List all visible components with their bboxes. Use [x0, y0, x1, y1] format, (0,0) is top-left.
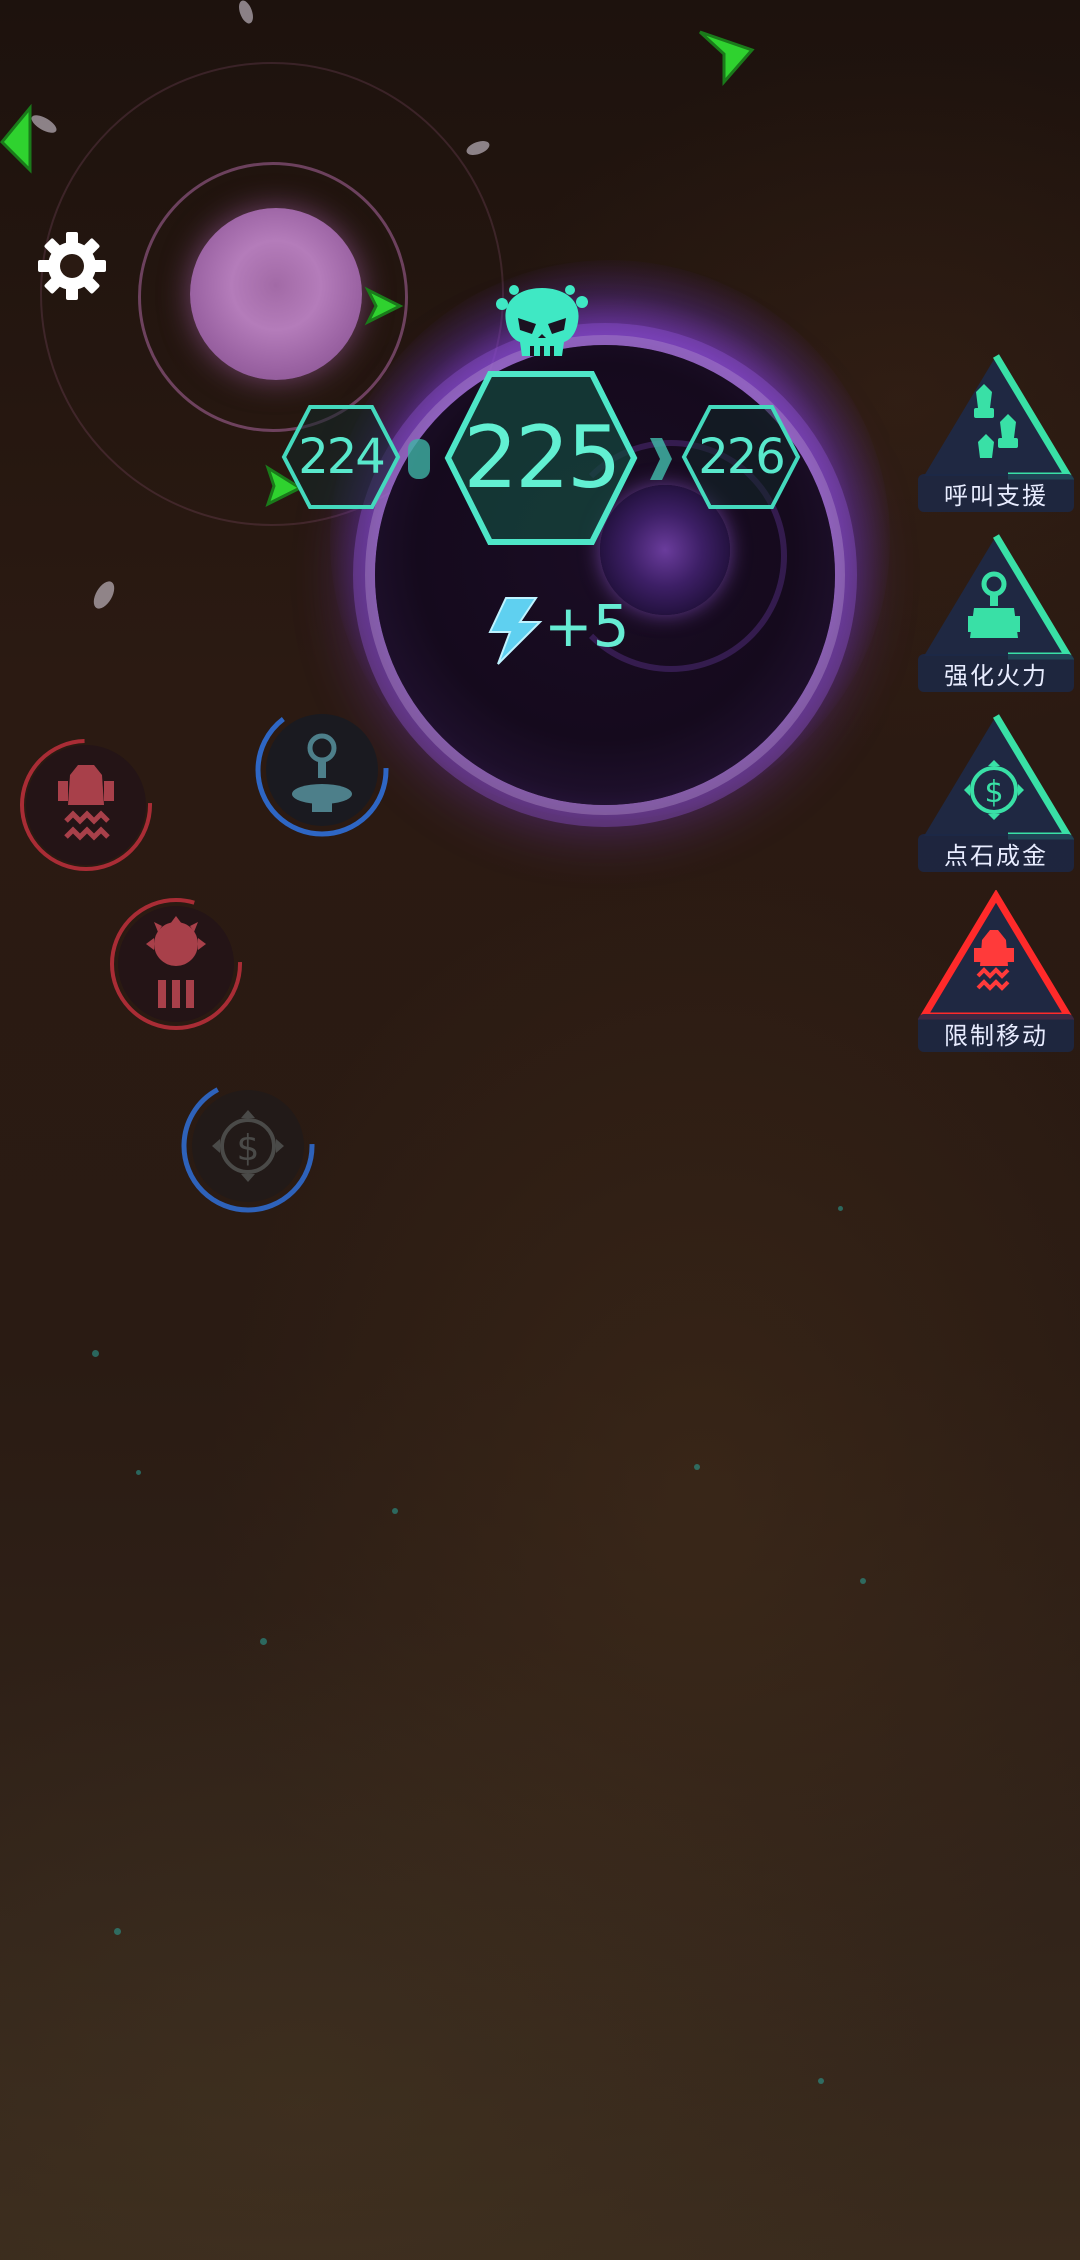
- particle: [694, 1464, 700, 1470]
- skill-boost-fire-label: 强化火力: [918, 654, 1074, 692]
- enemy-ship-icon[interactable]: [364, 286, 404, 326]
- energy-reward: +5: [544, 592, 630, 660]
- gear-icon[interactable]: [34, 228, 110, 304]
- svg-text:$: $: [237, 1128, 260, 1169]
- skill-call-support-label: 呼叫支援: [918, 474, 1074, 512]
- enemy-ship-icon[interactable]: [0, 104, 36, 174]
- skill-restrict-move-label: 限制移动: [918, 1014, 1074, 1052]
- debris: [236, 0, 256, 26]
- debris: [89, 578, 119, 612]
- level-next: 226: [680, 403, 802, 511]
- particle: [392, 1508, 398, 1514]
- particle: [92, 1350, 99, 1357]
- pickup-boost-fire[interactable]: [252, 700, 392, 840]
- particle: [260, 1638, 267, 1645]
- particle: [114, 1928, 121, 1935]
- chevron-right-icon: [650, 438, 672, 480]
- debris: [464, 138, 492, 158]
- pickup-sun-boost[interactable]: [106, 894, 246, 1034]
- level-previous: 224: [280, 403, 402, 511]
- level-current-number: 225: [463, 408, 621, 508]
- svg-text:$: $: [984, 775, 1003, 810]
- enemy-ship-icon[interactable]: [694, 24, 758, 88]
- level-previous-number: 224: [298, 429, 386, 485]
- level-connector: [408, 439, 430, 479]
- skill-call-support-button[interactable]: 呼叫支援: [918, 350, 1074, 512]
- planet: [190, 208, 362, 380]
- pickup-restrict-move[interactable]: [16, 735, 156, 875]
- lightning-icon: [488, 597, 543, 665]
- skull-icon: [496, 285, 588, 356]
- particle: [818, 2078, 824, 2084]
- skill-boost-fire-button[interactable]: 强化火力: [918, 530, 1074, 692]
- particle: [860, 1578, 866, 1584]
- level-current: 225: [442, 368, 640, 548]
- particle: [136, 1470, 141, 1475]
- particle: [838, 1206, 843, 1211]
- skill-gold-touch-label: 点石成金: [918, 834, 1074, 872]
- level-next-number: 226: [698, 429, 786, 485]
- skill-restrict-move-button[interactable]: 限制移动: [918, 890, 1074, 1052]
- pickup-gold-touch[interactable]: $: [178, 1076, 318, 1216]
- skill-gold-touch-button[interactable]: $ 点石成金: [918, 710, 1074, 872]
